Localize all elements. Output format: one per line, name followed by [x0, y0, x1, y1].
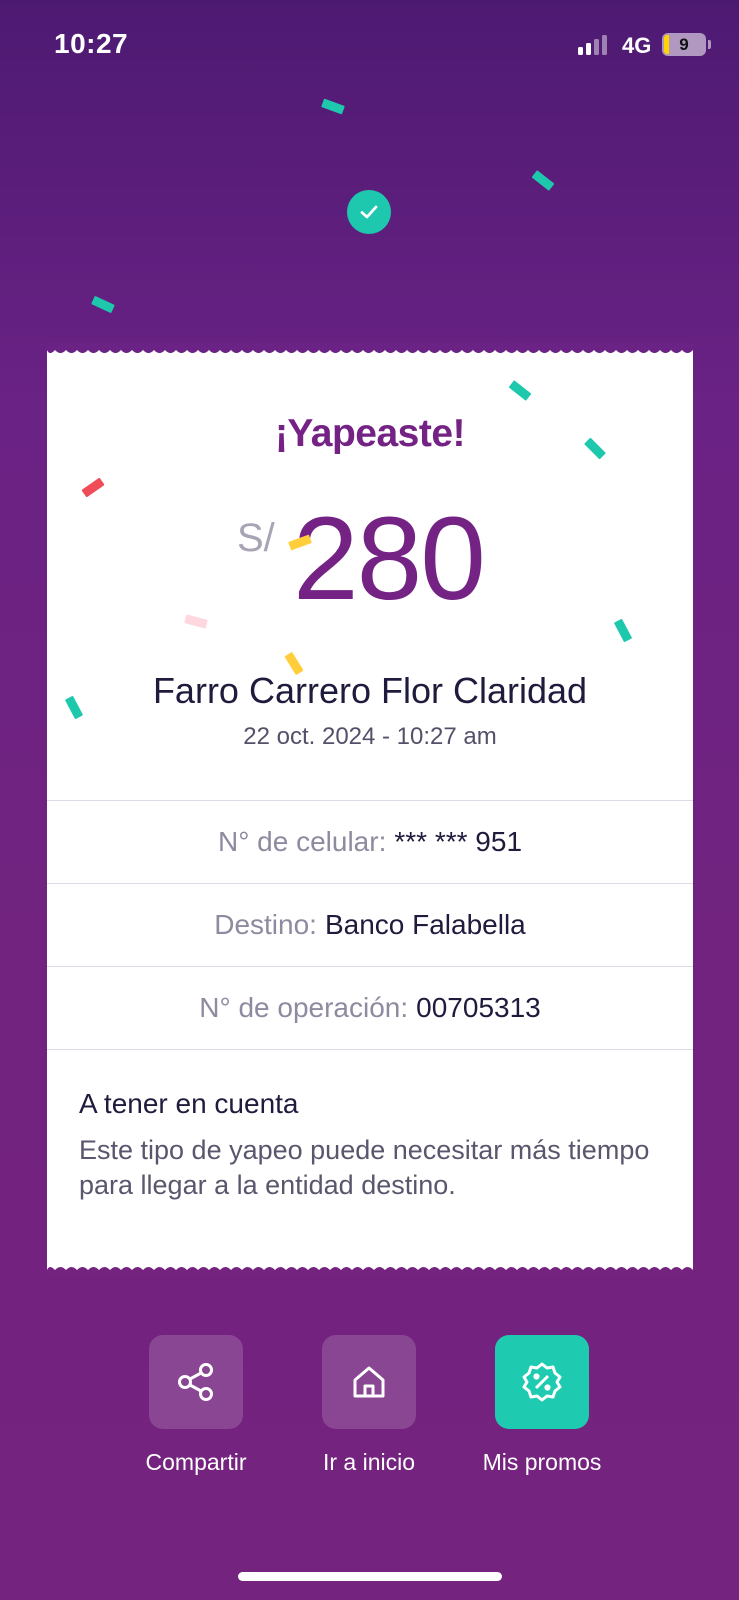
home-label: Ir a inicio [322, 1449, 416, 1475]
detail-row-phone: N° de celular: *** *** 951 [47, 800, 693, 883]
amount: 280 [293, 493, 486, 625]
promos-action[interactable]: Mis promos [452, 1335, 632, 1476]
home-button[interactable] [322, 1335, 416, 1429]
promos-button[interactable] [495, 1335, 589, 1429]
receipt-bottom-edge [47, 1265, 693, 1277]
confetti-piece [321, 98, 345, 115]
promo-badge-icon [522, 1362, 562, 1402]
signal-icon [578, 35, 607, 55]
detail-row-destination: Destino: Banco Falabella [47, 883, 693, 966]
note-title: A tener en cuenta [79, 1088, 299, 1119]
network-type: 4G [622, 33, 652, 58]
promos-label: Mis promos [482, 1449, 602, 1475]
receipt-card: ¡Yapeaste! S/ 280 Farro Carrero Flor Cla… [47, 343, 693, 1277]
detail-label: N° de celular: [217, 826, 387, 857]
confetti-piece [531, 170, 555, 191]
home-icon [353, 1366, 385, 1398]
home-indicator[interactable] [238, 1572, 502, 1581]
recipient-name: Farro Carrero Flor Claridad [152, 670, 588, 711]
detail-label: Destino: [214, 909, 317, 940]
detail-label: N° de operación: [199, 992, 409, 1023]
divider [47, 1049, 693, 1050]
transaction-datetime: 22 oct. 2024 - 10:27 am [243, 723, 497, 750]
home-action[interactable]: Ir a inicio [279, 1335, 459, 1476]
battery-cap [708, 40, 711, 49]
battery-level: 9 [679, 35, 689, 54]
action-bar: Compartir Ir a inicio Mis promos [0, 1335, 739, 1475]
share-action[interactable]: Compartir [106, 1335, 286, 1476]
detail-value: 00705313 [416, 992, 541, 1023]
battery-icon: 9 [662, 33, 706, 56]
currency-symbol: S/ [237, 516, 275, 560]
detail-row-operation: N° de operación: 00705313 [47, 966, 693, 1049]
detail-value: *** *** 951 [394, 826, 523, 857]
share-label: Compartir [145, 1449, 247, 1475]
confetti-piece [91, 295, 115, 314]
note-body: Este tipo de yapeo puede necesitar más t… [79, 1135, 650, 1200]
receipt-top-edge [47, 343, 693, 355]
success-check-icon [347, 190, 391, 234]
detail-value: Banco Falabella [324, 909, 526, 940]
status-bar: 10:27 4G 9 [0, 0, 739, 90]
status-time: 10:27 [54, 28, 129, 59]
share-button[interactable] [149, 1335, 243, 1429]
share-icon [178, 1363, 213, 1401]
